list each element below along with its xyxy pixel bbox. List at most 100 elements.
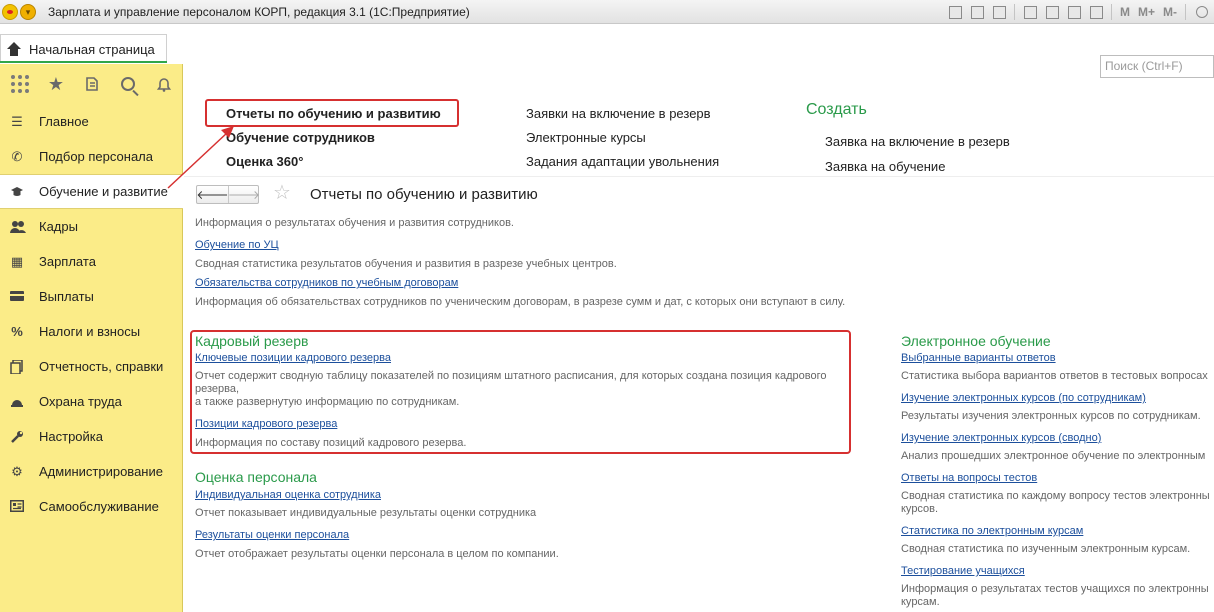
sidebar-item-label: Администрирование xyxy=(39,464,163,479)
sidebar-item-main[interactable]: ☰ Главное xyxy=(0,104,182,139)
title-toolbar: M M+ M- xyxy=(944,3,1214,21)
search-icon xyxy=(121,77,135,91)
graduation-cap-icon xyxy=(10,185,24,199)
home-icon xyxy=(7,42,21,56)
calculator-icon[interactable] xyxy=(1065,5,1083,19)
memory-button[interactable]: M xyxy=(1120,5,1130,19)
intro-description: Информация о результатах обучения и разв… xyxy=(195,217,514,229)
sidebar-item-label: Зарплата xyxy=(39,254,96,269)
sidebar-item-label: Подбор персонала xyxy=(39,149,153,164)
menu-link-360-evaluation[interactable]: Оценка 360° xyxy=(226,152,441,176)
menu-link-adaptation-tasks[interactable]: Задания адаптации увольнения xyxy=(526,152,719,176)
back-button[interactable]: 🡐 xyxy=(196,186,229,203)
functions-menu-button[interactable] xyxy=(2,64,38,104)
menu-link-employee-training[interactable]: Обучение сотрудников xyxy=(226,128,441,152)
sidebar-item-recruiting[interactable]: ✆ Подбор персонала xyxy=(0,139,182,174)
report-description: Информация об обязательствах сотрудников… xyxy=(195,296,846,308)
sidebar-item-label: Охрана труда xyxy=(39,394,122,409)
sidebar-item-label: Налоги и взносы xyxy=(39,324,141,339)
toolbar-divider xyxy=(1013,4,1015,20)
zoom-icon[interactable] xyxy=(1196,6,1208,18)
sidebar-item-label: Кадры xyxy=(39,219,78,234)
history-button[interactable] xyxy=(74,64,110,104)
report-link-study-contracts[interactable]: Обязательства сотрудников по учебным дог… xyxy=(195,277,458,290)
report-link-course-statistics[interactable]: Статистика по электронным курсам xyxy=(901,525,1083,538)
report-description: Статистика выбора вариантов ответов в те… xyxy=(901,370,1208,382)
report-description: Отчет отображает результаты оценки персо… xyxy=(195,548,559,560)
elearning-section: Электронное обучение Выбранные варианты … xyxy=(901,333,1214,609)
notifications-button[interactable] xyxy=(146,64,182,104)
sidebar-item-settings[interactable]: Настройка xyxy=(0,419,182,454)
sidebar-item-payments[interactable]: Выплаты xyxy=(0,279,182,314)
report-link-courses-summary[interactable]: Изучение электронных курсов (сводно) xyxy=(901,432,1101,445)
sidebar-item-label: Главное xyxy=(39,114,89,129)
create-link-reserve-request[interactable]: Заявка на включение в резерв xyxy=(806,132,1010,157)
save-icon[interactable] xyxy=(946,5,964,19)
sidebar-item-safety[interactable]: Охрана труда xyxy=(0,384,182,419)
history-icon xyxy=(86,77,98,91)
report-link-training-centers[interactable]: Обучение по УЦ xyxy=(195,239,279,252)
report-link-individual-evaluation[interactable]: Индивидуальная оценка сотрудника xyxy=(195,489,381,502)
toolbar-divider xyxy=(1185,4,1186,20)
sidebar-item-hr[interactable]: Кадры xyxy=(0,209,182,244)
sidebar: ★ ☰ Главное ✆ Подбор персонала Обучение … xyxy=(0,64,183,612)
sidebar-item-label: Настройка xyxy=(39,429,103,444)
favorites-button[interactable]: ★ xyxy=(38,64,74,104)
search-button[interactable] xyxy=(110,64,146,104)
window-title: Зарплата и управление персоналом КОРП, р… xyxy=(48,5,470,19)
report-link-test-answers[interactable]: Ответы на вопросы тестов xyxy=(901,472,1037,485)
upload-icon[interactable] xyxy=(1021,5,1039,19)
sidebar-item-taxes[interactable]: % Налоги и взносы xyxy=(0,314,182,349)
search-input[interactable] xyxy=(1105,59,1209,73)
sidebar-item-self-service[interactable]: Самообслуживание xyxy=(0,489,182,524)
report-description: Информация о результатах тестов учащихся… xyxy=(901,583,1209,595)
sidebar-item-label: Выплаты xyxy=(39,289,94,304)
mail-icon[interactable] xyxy=(1043,5,1061,19)
documents-icon xyxy=(10,358,24,375)
sidebar-item-salary[interactable]: ▦ Зарплата xyxy=(0,244,182,279)
print-icon[interactable] xyxy=(968,5,986,19)
sidebar-item-label: Самообслуживание xyxy=(39,499,159,514)
tab-home-label: Начальная страница xyxy=(29,41,155,57)
app-logo-icon xyxy=(2,4,18,20)
evaluation-section-title: Оценка персонала xyxy=(195,469,317,485)
tab-home[interactable]: Начальная страница xyxy=(0,34,167,63)
forward-button[interactable]: 🡒 xyxy=(227,186,261,203)
menu-lines-icon: ☰ xyxy=(11,113,23,129)
calendar-icon[interactable] xyxy=(1087,5,1105,19)
gears-icon: ⚙ xyxy=(11,463,23,479)
calculator-icon: ▦ xyxy=(10,253,24,269)
preview-icon[interactable] xyxy=(990,5,1008,19)
sidebar-item-training[interactable]: Обучение и развитие xyxy=(0,174,183,209)
report-title: Отчеты по обучению и развитию xyxy=(310,186,538,203)
report-link-evaluation-results[interactable]: Результаты оценки персонала xyxy=(195,529,349,542)
sidebar-item-administration[interactable]: ⚙ Администрирование xyxy=(0,454,182,489)
search-field[interactable] xyxy=(1100,55,1214,78)
menu-link-e-courses[interactable]: Электронные курсы xyxy=(526,128,719,152)
memory-plus-button[interactable]: M+ xyxy=(1138,5,1155,19)
sidebar-item-reports[interactable]: Отчетность, справки xyxy=(0,349,182,384)
id-card-icon xyxy=(10,499,24,514)
evaluation-section: Оценка персонала Индивидуальная оценка с… xyxy=(195,469,559,561)
report-description-continued: курсов. xyxy=(901,503,939,515)
report-link-courses-by-employee[interactable]: Изучение электронных курсов (по сотрудни… xyxy=(901,392,1146,405)
arrow-left-icon: 🡐 xyxy=(196,188,229,202)
report-link-selected-answers[interactable]: Выбранные варианты ответов xyxy=(901,352,1056,365)
helmet-icon xyxy=(10,395,24,409)
favorite-star-icon[interactable]: ☆ xyxy=(273,183,291,203)
toolbar-divider xyxy=(1110,4,1112,20)
tab-active-indicator xyxy=(0,61,167,63)
bell-icon xyxy=(156,78,172,92)
wrench-icon xyxy=(10,430,24,444)
card-icon xyxy=(10,290,24,304)
memory-minus-button[interactable]: M- xyxy=(1163,5,1177,19)
menu-link-reserve-requests[interactable]: Заявки на включение в резерв xyxy=(526,104,719,128)
arrow-right-icon: 🡒 xyxy=(227,188,261,202)
sidebar-sections: ☰ Главное ✆ Подбор персонала Обучение и … xyxy=(0,104,183,524)
report-description: Сводная статистика по изученным электрон… xyxy=(901,543,1191,555)
navigation-buttons: 🡐 🡒 xyxy=(196,185,261,204)
sidebar-toolbar: ★ xyxy=(0,64,182,104)
report-link-student-testing[interactable]: Тестирование учащихся xyxy=(901,565,1025,578)
sidebar-item-label: Отчетность, справки xyxy=(39,359,164,374)
main-menu-button[interactable]: ▾ xyxy=(20,4,36,20)
